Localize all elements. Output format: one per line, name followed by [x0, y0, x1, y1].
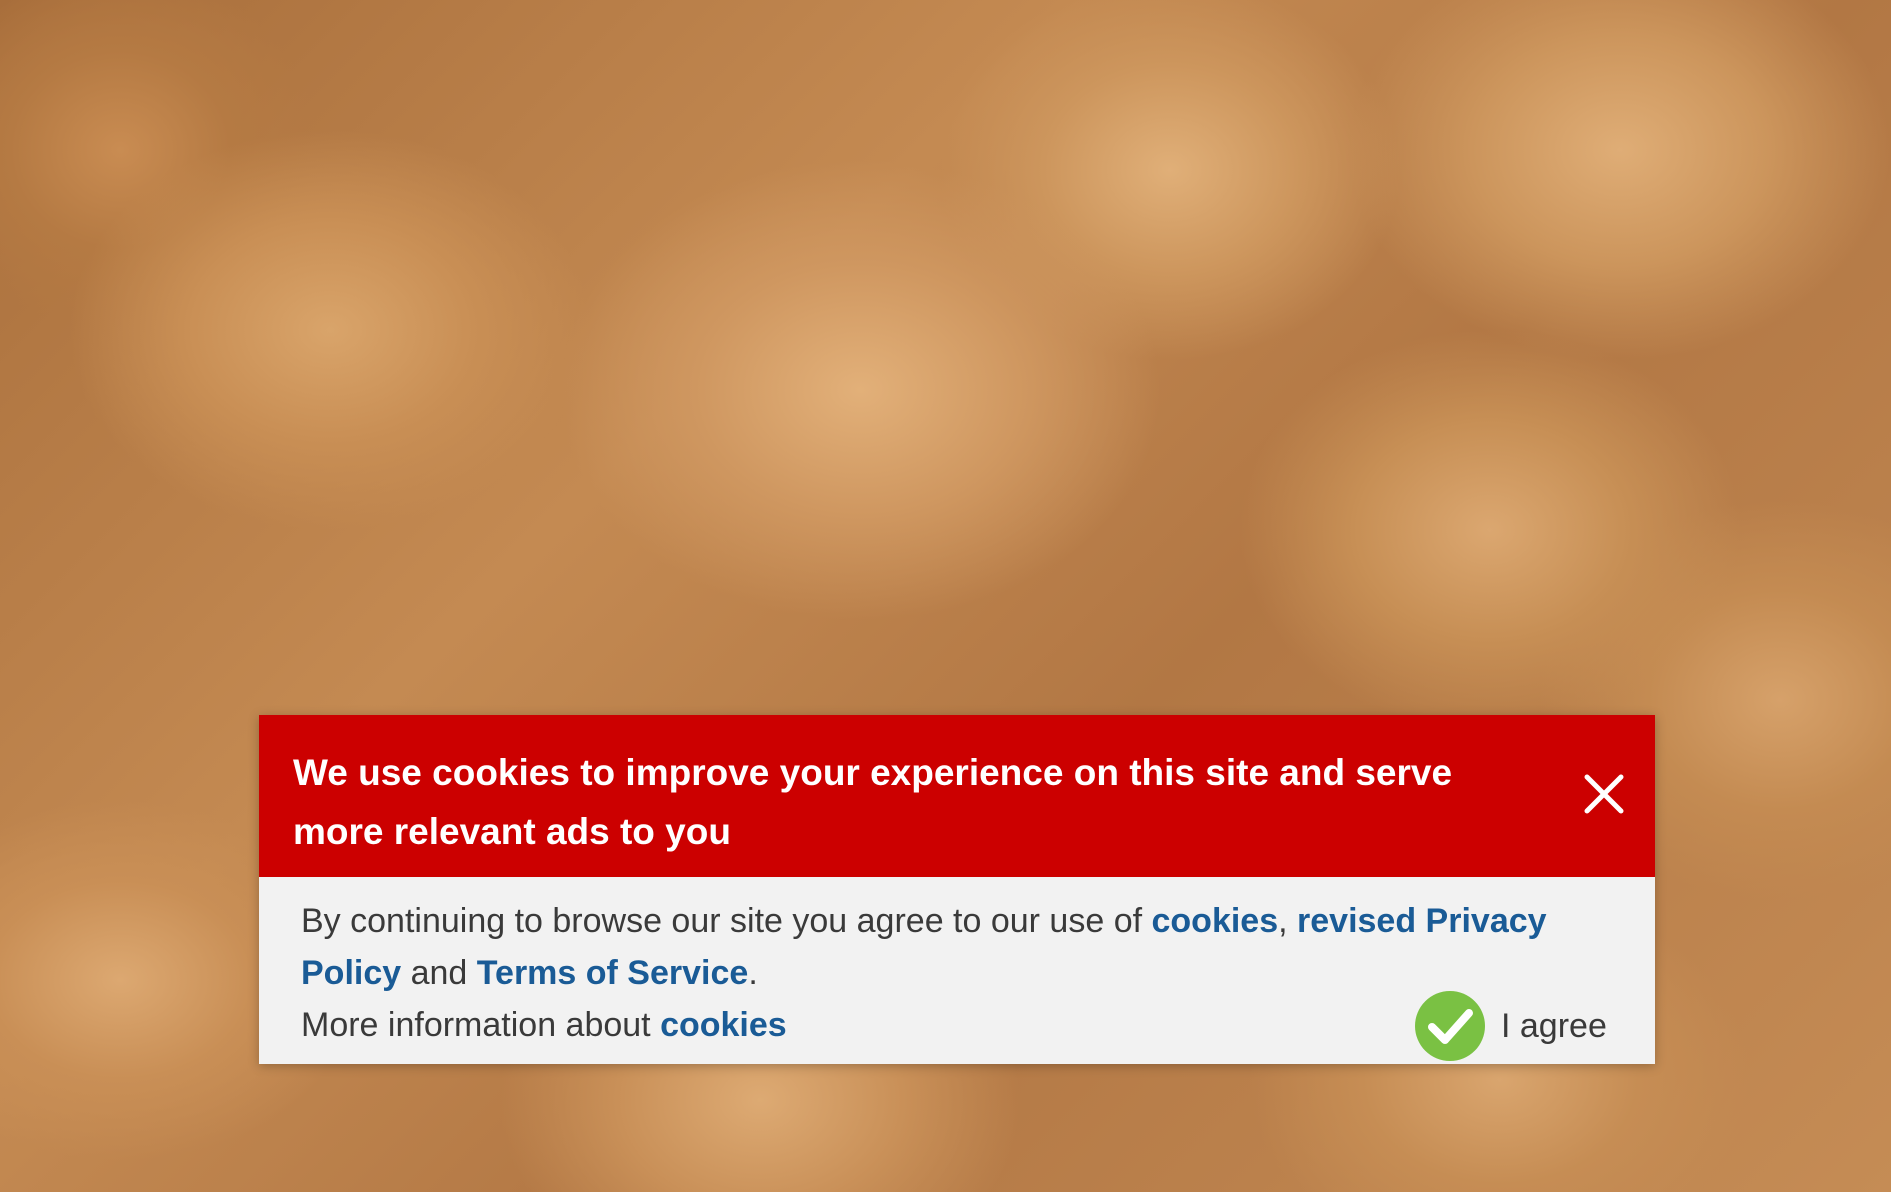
comma-separator: ,	[1278, 902, 1298, 940]
check-circle-icon	[1415, 991, 1485, 1061]
consent-message-prefix: By continuing to browse our site you agr…	[301, 902, 1152, 940]
and-separator: and	[401, 954, 477, 992]
cookies-link[interactable]: cookies	[1152, 902, 1279, 940]
agree-label: I agree	[1501, 1006, 1607, 1045]
consent-header: We use cookies to improve your experienc…	[259, 715, 1655, 877]
cookie-consent-banner: We use cookies to improve your experienc…	[259, 715, 1655, 1064]
agree-button[interactable]: I agree	[1413, 989, 1607, 1063]
terms-of-service-link[interactable]: Terms of Service	[477, 954, 749, 992]
more-info-text: More information about	[301, 1006, 661, 1044]
close-button[interactable]	[1575, 765, 1633, 823]
more-info-line: More information about cookies	[301, 999, 787, 1051]
consent-message: By continuing to browse our site you agr…	[301, 895, 1561, 999]
more-info-cookies-link[interactable]: cookies	[660, 1006, 787, 1044]
message-period: .	[748, 954, 758, 992]
consent-body: By continuing to browse our site you agr…	[259, 877, 1655, 1064]
consent-title: We use cookies to improve your experienc…	[293, 752, 1453, 852]
close-icon	[1584, 774, 1624, 814]
